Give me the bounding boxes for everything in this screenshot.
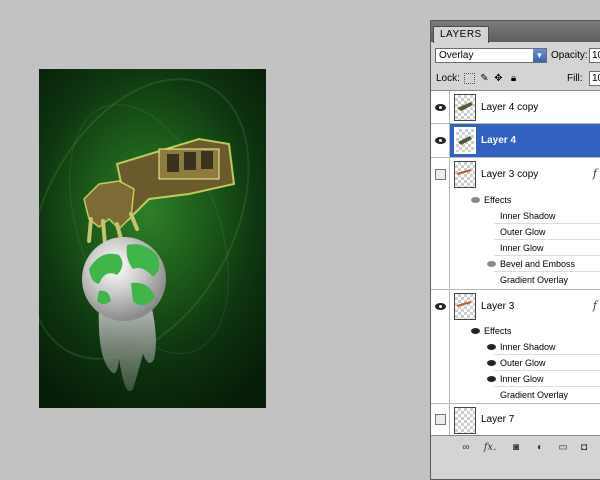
- effect-row[interactable]: Gradient Overlay: [431, 387, 600, 404]
- lock-transparency-icon[interactable]: [464, 73, 475, 84]
- eye-off-icon: [435, 169, 446, 180]
- layer-thumbnail: [454, 293, 476, 320]
- effect-name: Bevel and Emboss: [500, 259, 576, 269]
- layer-thumbnail: [454, 161, 476, 188]
- link-icon[interactable]: ∞: [459, 441, 473, 454]
- blend-mode-select[interactable]: Overlay ▼: [435, 48, 547, 63]
- effect-name: Inner Glow: [500, 374, 544, 384]
- lock-move-icon[interactable]: ✥: [493, 73, 504, 84]
- effect-name: Outer Glow: [500, 227, 546, 237]
- lock-label: Lock:: [436, 73, 460, 84]
- effect-row[interactable]: Outer Glow: [431, 355, 600, 371]
- effects-group[interactable]: Effects: [431, 323, 600, 339]
- layer-name: Layer 3 copy: [481, 169, 539, 180]
- effect-name: Inner Shadow: [500, 211, 556, 221]
- effect-name: Outer Glow: [500, 358, 546, 368]
- melting-globe: [82, 237, 166, 391]
- eye-icon[interactable]: [487, 360, 496, 366]
- panel-tab-strip: LAYERS: [431, 21, 600, 43]
- effect-name: Inner Shadow: [500, 342, 556, 352]
- visibility-toggle[interactable]: [431, 124, 450, 157]
- tab-layers[interactable]: LAYERS: [433, 26, 489, 43]
- layer-row[interactable]: Layer 4 copy: [431, 91, 600, 124]
- layer-name: Layer 7: [481, 414, 515, 425]
- layer-thumbnail: [454, 94, 476, 121]
- adjustment-icon[interactable]: ◐: [533, 441, 547, 454]
- effects-label: Effects: [484, 326, 512, 336]
- effect-row[interactable]: Inner Glow: [431, 240, 600, 256]
- blend-mode-value: Overlay: [439, 50, 474, 61]
- opacity-input[interactable]: 10: [589, 48, 600, 63]
- effect-row[interactable]: Bevel and Emboss: [431, 256, 600, 272]
- layer-name: Layer 4 copy: [481, 102, 539, 113]
- panel-footer: ∞ fx. ◙ ◐ ▭ ◘: [431, 435, 600, 462]
- visibility-toggle[interactable]: [431, 404, 450, 435]
- eye-icon[interactable]: [487, 344, 496, 350]
- effect-row[interactable]: Inner Shadow: [431, 208, 600, 224]
- lock-brush-icon[interactable]: ✎: [479, 73, 490, 84]
- layers-list: Layer 4 copy Layer 4 Layer 3 copy f Effe…: [431, 90, 600, 435]
- effect-name: Gradient Overlay: [500, 275, 569, 285]
- eye-icon[interactable]: [471, 197, 480, 203]
- folder-icon[interactable]: ▭: [556, 441, 570, 454]
- layer-name: Layer 4: [481, 135, 517, 146]
- document-canvas[interactable]: [39, 69, 266, 408]
- effect-row[interactable]: Inner Shadow: [431, 339, 600, 355]
- layer-thumbnail: [454, 407, 476, 434]
- layer-name: Layer 3: [481, 301, 515, 312]
- eye-icon[interactable]: [471, 328, 480, 334]
- layer-row[interactable]: Layer 3 copy f: [431, 158, 600, 192]
- eye-icon: [435, 137, 446, 144]
- fill-label: Fill:: [567, 73, 583, 84]
- blend-row: Overlay ▼ Opacity: 10: [431, 45, 600, 67]
- eye-icon: [435, 303, 446, 310]
- mask-icon[interactable]: ◙: [509, 441, 523, 454]
- visibility-toggle[interactable]: [431, 158, 450, 192]
- fx-icon[interactable]: fx.: [483, 441, 497, 454]
- effect-row[interactable]: Outer Glow: [431, 224, 600, 240]
- layer-row[interactable]: Layer 4: [431, 124, 600, 158]
- artwork-illustration: [39, 78, 250, 391]
- effects-group[interactable]: Effects: [431, 192, 600, 208]
- effect-row[interactable]: Gradient Overlay: [431, 272, 600, 290]
- lock-row: Lock: ✎ ✥ 🔒︎ Fill: 10: [431, 69, 600, 89]
- new-layer-icon[interactable]: ◘: [577, 441, 591, 454]
- layer-row[interactable]: Layer 7: [431, 404, 600, 435]
- layer-thumbnail: [454, 127, 476, 154]
- fx-icon[interactable]: f: [593, 167, 597, 180]
- effect-name: Gradient Overlay: [500, 390, 569, 400]
- eye-off-icon: [435, 414, 446, 425]
- eye-icon[interactable]: [487, 261, 496, 267]
- layers-panel: LAYERS Overlay ▼ Opacity: 10 Lock: ✎ ✥ 🔒…: [430, 20, 600, 480]
- layer-row[interactable]: Layer 3 f: [431, 290, 600, 323]
- opacity-label: Opacity:: [551, 50, 588, 61]
- effect-row[interactable]: Inner Glow: [431, 371, 600, 387]
- eye-icon[interactable]: [487, 376, 496, 382]
- visibility-toggle[interactable]: [431, 91, 450, 123]
- chevron-down-icon[interactable]: ▼: [533, 49, 546, 62]
- fx-icon[interactable]: f: [593, 299, 597, 312]
- lock-icon[interactable]: 🔒︎: [508, 73, 519, 84]
- visibility-toggle[interactable]: [431, 290, 450, 323]
- effects-label: Effects: [484, 195, 512, 205]
- eye-icon: [435, 104, 446, 111]
- effect-name: Inner Glow: [500, 243, 544, 253]
- fill-input[interactable]: 10: [589, 71, 600, 86]
- robotic-hand: [83, 137, 236, 246]
